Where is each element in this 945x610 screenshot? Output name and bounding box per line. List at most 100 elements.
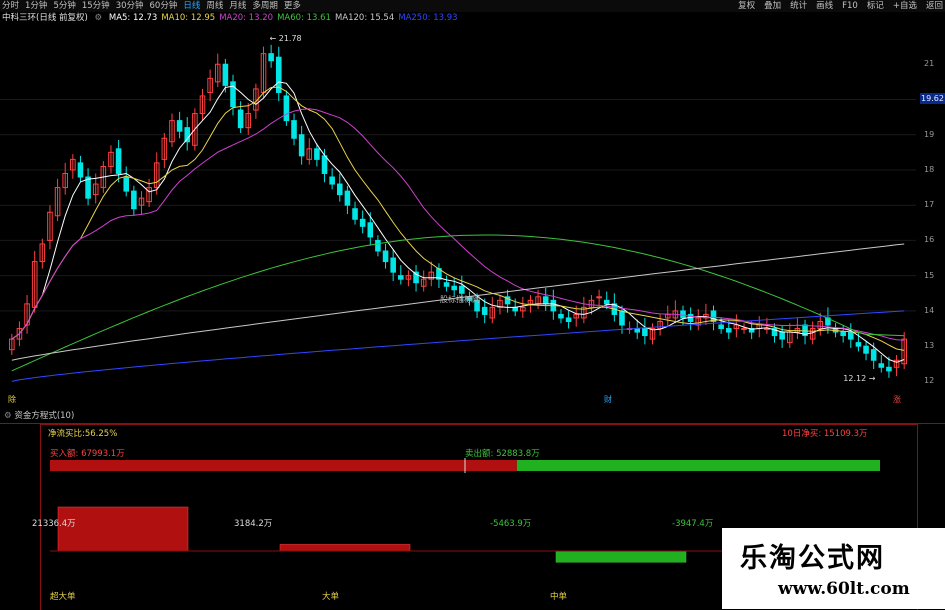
settings-icon[interactable]: ⚙ (95, 13, 103, 23)
candle-body (176, 120, 183, 132)
candle-body (268, 53, 274, 62)
candle-body (283, 95, 290, 122)
price-tick: 21 (924, 59, 935, 69)
candle-body (886, 366, 892, 372)
tab-period-1[interactable]: 1分钟 (25, 1, 47, 11)
tab-period-10[interactable]: 更多 (284, 1, 301, 11)
flow-category-label: 中单 (550, 592, 568, 602)
tab-period-5[interactable]: 60分钟 (150, 1, 178, 11)
tab-period-0[interactable]: 分时 (2, 1, 19, 11)
marker-left: 除 (8, 394, 16, 404)
tab-period-4[interactable]: 30分钟 (116, 1, 144, 11)
candle-body (336, 183, 343, 196)
flow-value-label: -5463.9万 (490, 519, 532, 529)
price-tick: 16 (924, 235, 935, 245)
ma-line-MA250 (11, 310, 905, 382)
candle-body (230, 81, 236, 108)
toolbar-tools: 复权 叠加 统计 画线 F10 标记 +自选 返回 (729, 0, 943, 12)
watermark-title: 乐淘公式网 (740, 543, 885, 574)
tab-period-9[interactable]: 多周期 (252, 1, 278, 11)
candle-body (718, 324, 724, 330)
candle-body (848, 331, 854, 340)
ma-line-MA20 (11, 108, 905, 341)
candle-body (855, 342, 862, 347)
tool-button-0[interactable]: 复权 (738, 1, 755, 11)
candle-body (451, 285, 457, 291)
tool-button-7[interactable]: 返回 (926, 1, 943, 11)
candlestick-chart[interactable]: ← 21.78 12.12 → 股标指标网除 财 涨 (0, 24, 916, 404)
watermark-center: 股标指标网 (440, 294, 480, 304)
candle-body (680, 310, 686, 319)
candle-body (77, 162, 84, 178)
stock-name[interactable]: 中科三环(日线 前复权) (2, 13, 88, 23)
candle-body (603, 299, 610, 305)
tool-button-5[interactable]: 标记 (867, 1, 884, 11)
flow-value-label: 21336.4万 (32, 519, 76, 529)
tool-button-4[interactable]: F10 (842, 1, 858, 11)
candle-body (375, 239, 381, 252)
panel-title[interactable]: ⚙ 资金方程式(10) (4, 409, 74, 421)
candle-body (512, 306, 518, 312)
candle-body (481, 306, 488, 315)
flow-value-label: -3947.4万 (672, 519, 714, 529)
ma-legend-item: MA60: 13.61 (277, 13, 331, 23)
candle-body (352, 208, 358, 220)
ma-line-MA5 (11, 81, 905, 363)
net-ratio-label: 净流买比:56.25% (48, 429, 118, 439)
candle-body (390, 257, 396, 273)
current-price-tag: 19.62 (920, 93, 945, 104)
tab-period-2[interactable]: 5分钟 (53, 1, 75, 11)
tab-period-8[interactable]: 月线 (229, 1, 246, 11)
candle-body (840, 331, 846, 337)
price-tick: 18 (924, 164, 935, 174)
candle-body (870, 349, 877, 361)
buy-total-label: 买入额: 67993.1万 (50, 449, 125, 459)
tool-button-1[interactable]: 叠加 (764, 1, 781, 11)
panel-title-text: 资金方程式(10) (14, 411, 75, 421)
price-tick: 14 (924, 305, 935, 315)
candle-body (878, 363, 885, 368)
candle-body (123, 176, 130, 192)
ma-legend-item: MA5: 12.73 (108, 13, 158, 23)
candle-body (459, 285, 465, 294)
ten-day-net-label: 10日净买: 15109.3万 (782, 429, 868, 439)
candle-body (634, 328, 641, 333)
candle-body (367, 222, 374, 238)
flow-category-label: 大单 (322, 592, 340, 602)
candle-body (237, 109, 244, 129)
tool-button-6[interactable]: +自选 (893, 1, 917, 11)
candle-body (542, 296, 549, 305)
candle-body (291, 120, 297, 139)
toolbar: 分时 1分钟 5分钟 15分钟 30分钟 60分钟 日线 周线 月线 多周期 更多 复权 叠加 统计 画线… (0, 0, 945, 12)
candle-body (443, 282, 450, 287)
price-tick: 12 (924, 376, 935, 386)
candle-body (382, 250, 389, 263)
candle-body (359, 218, 366, 227)
ma-legend: 中科三环(日线 前复权) ⚙ MA5: 12.73 MA10: 12.95 MA20… (2, 13, 466, 24)
tab-period-6[interactable]: 日线 (183, 1, 200, 11)
high-annotation: ← 21.78 (270, 34, 302, 43)
candle-body (398, 275, 404, 280)
low-annotation: 12.12 → (843, 374, 875, 383)
ma-legend-item: MA250: 13.93 (398, 13, 458, 23)
flow-value-label: 3184.2万 (234, 519, 273, 529)
ma-legend-item: MA10: 12.95 (161, 13, 216, 23)
tool-button-2[interactable]: 统计 (790, 1, 807, 11)
candle-body (619, 310, 625, 326)
candle-body (314, 148, 320, 160)
candle-body (725, 328, 732, 333)
marker-right: 涨 (893, 394, 901, 404)
candle-body (741, 328, 747, 331)
candle-body (863, 345, 869, 354)
candle-body (344, 190, 351, 206)
ma-legend-item: MA120: 15.54 (334, 13, 395, 23)
tool-button-3[interactable]: 画线 (816, 1, 833, 11)
tab-period-7[interactable]: 周线 (206, 1, 223, 11)
period-tabs: 分时 1分钟 5分钟 15分钟 30分钟 60分钟 日线 周线 月线 多周期 更多 (2, 0, 307, 12)
gear-icon[interactable]: ⚙ (4, 411, 12, 421)
chart-canvas[interactable]: ← 21.78 12.12 → 股标指标网除 财 涨 (0, 24, 916, 404)
tab-period-3[interactable]: 15分钟 (82, 1, 110, 11)
candle-body (298, 134, 305, 157)
candle-body (321, 155, 328, 174)
price-axis: 21201918171615141312 (918, 24, 945, 404)
